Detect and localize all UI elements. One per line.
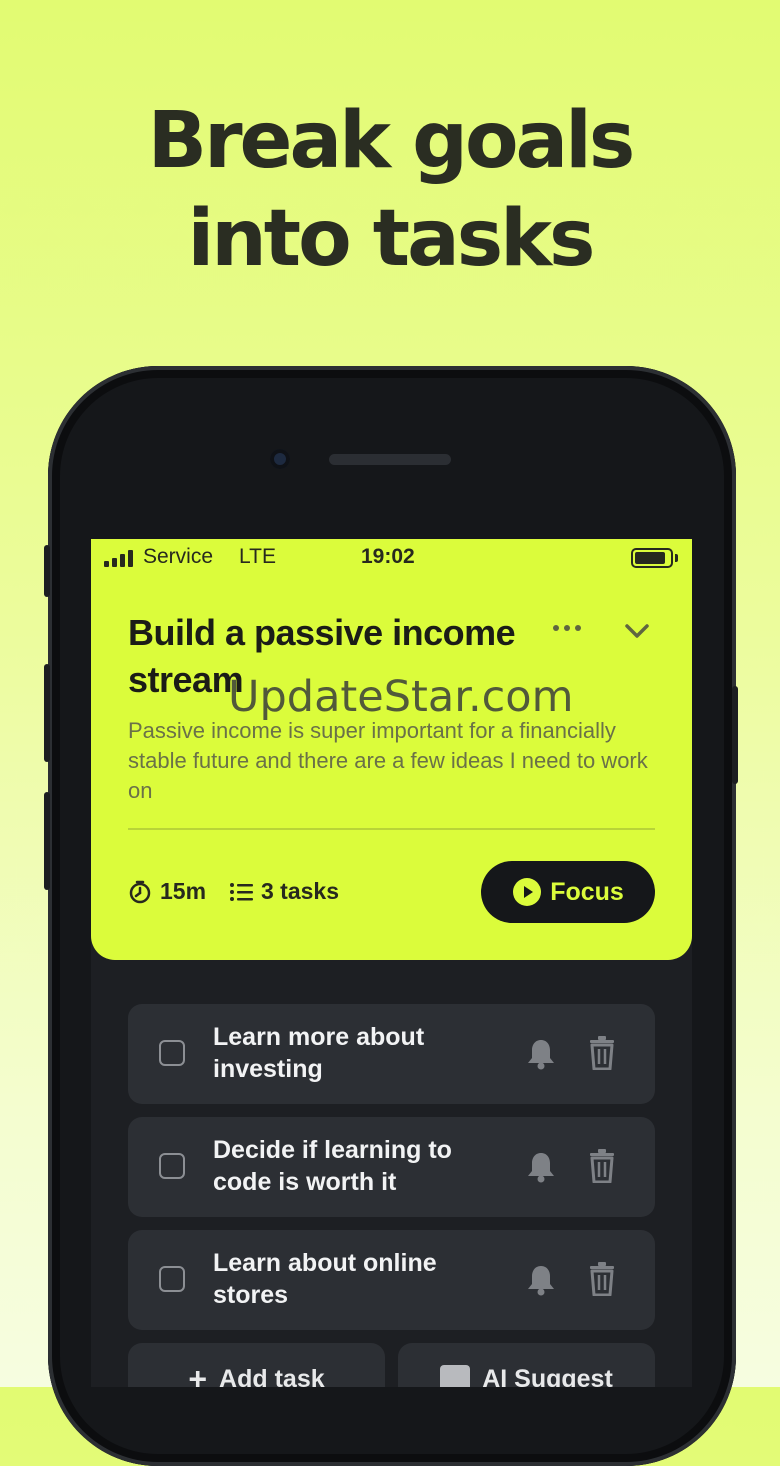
headline-line-1: Break goals <box>147 96 636 186</box>
bell-icon[interactable] <box>526 1038 556 1070</box>
plus-icon: + <box>188 1361 208 1387</box>
focus-button-label: Focus <box>550 877 624 906</box>
battery-cap <box>675 554 678 562</box>
task-item[interactable]: Learn more about investing <box>128 1004 655 1104</box>
add-task-label: Add task <box>219 1365 325 1387</box>
network-label: LTE <box>239 545 276 568</box>
task-item[interactable]: Decide if learning to code is worth it <box>128 1117 655 1217</box>
list-icon <box>230 882 253 901</box>
headline-line-2: into tasks <box>187 194 596 284</box>
play-icon <box>513 878 542 906</box>
bell-icon[interactable] <box>526 1151 556 1183</box>
goal-card: Service LTE 19:02 Build a passive income… <box>91 539 692 960</box>
phone-volume-down <box>44 792 50 890</box>
bell-icon[interactable] <box>526 1264 556 1296</box>
front-camera <box>270 449 290 469</box>
ai-suggest-button[interactable]: AI Suggest <box>398 1343 655 1387</box>
watermark: UpdateStar.com <box>228 672 574 722</box>
add-task-button[interactable]: + Add task <box>128 1343 385 1387</box>
ai-suggest-icon <box>440 1365 471 1387</box>
trash-icon[interactable] <box>588 1262 616 1296</box>
headline: Break goals into tasks <box>0 92 780 288</box>
goal-description: Passive income is super important for a … <box>128 718 648 803</box>
task-checkbox[interactable] <box>159 1266 185 1292</box>
ai-suggest-label: AI Suggest <box>482 1365 613 1387</box>
task-title: Learn more about investing <box>213 1023 425 1083</box>
more-options-icon[interactable] <box>551 621 583 635</box>
task-title: Learn about online stores <box>213 1249 437 1309</box>
task-count-label: 3 tasks <box>261 878 340 904</box>
earpiece-speaker <box>329 454 451 465</box>
card-divider <box>128 828 655 830</box>
timer-icon <box>129 880 151 903</box>
task-count-meta: 3 tasks <box>229 878 339 905</box>
task-title: Decide if learning to code is worth it <box>213 1136 452 1196</box>
chevron-down-icon[interactable] <box>623 621 651 641</box>
trash-icon[interactable] <box>588 1036 616 1070</box>
phone-power-button <box>732 686 738 784</box>
duration-meta: 15m <box>128 878 206 905</box>
focus-button[interactable]: Focus <box>481 861 655 923</box>
trash-icon[interactable] <box>588 1149 616 1183</box>
signal-icon <box>104 549 133 567</box>
carrier-label: Service <box>143 545 214 568</box>
status-bar: Service LTE 19:02 <box>91 539 692 579</box>
phone-mute-switch <box>44 545 50 597</box>
phone-volume-up <box>44 664 50 762</box>
task-item[interactable]: Learn about online stores <box>128 1230 655 1330</box>
task-checkbox[interactable] <box>159 1040 185 1066</box>
battery-icon <box>631 548 673 568</box>
clock: 19:02 <box>361 545 415 568</box>
duration-label: 15m <box>160 878 207 904</box>
app-screen: Service LTE 19:02 Build a passive income… <box>91 539 692 1387</box>
task-checkbox[interactable] <box>159 1153 185 1179</box>
